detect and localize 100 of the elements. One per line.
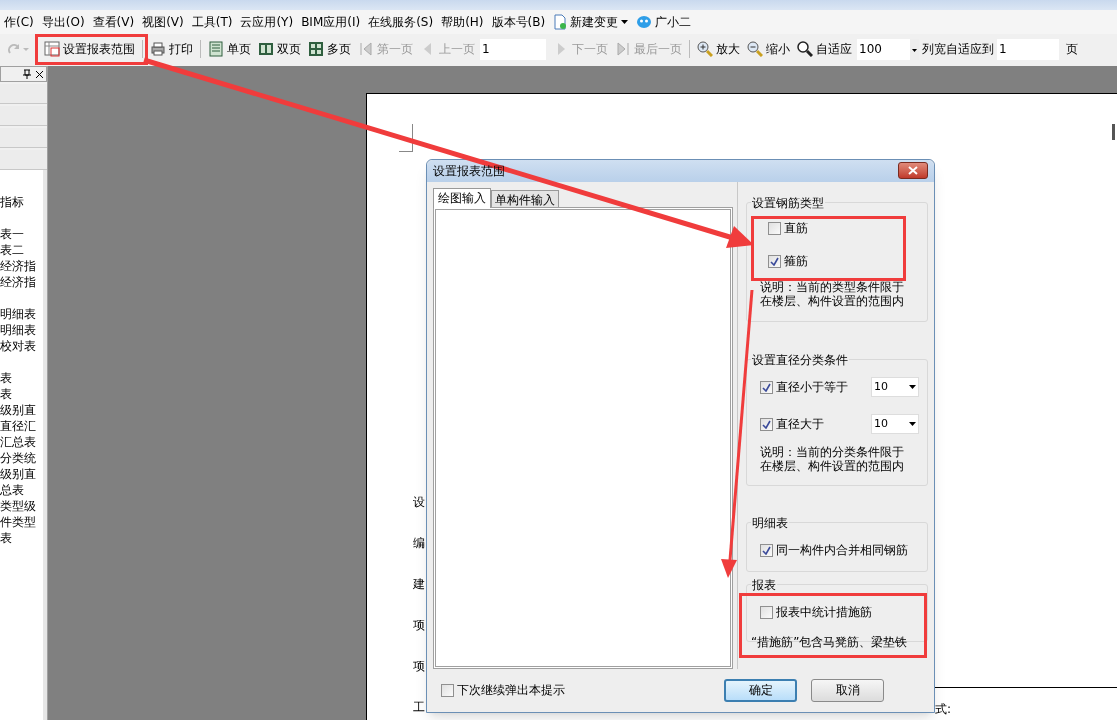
toolbar-button[interactable]: 双页 bbox=[256, 40, 303, 58]
checkbox[interactable] bbox=[441, 683, 454, 697]
tree-item[interactable]: 指标 bbox=[0, 194, 43, 210]
tree-item[interactable]: 经济指 bbox=[0, 274, 43, 290]
checkbox-label: 报表中统计措施筋 bbox=[776, 604, 872, 622]
tree-item[interactable]: 级别直 bbox=[0, 402, 43, 418]
printer-icon bbox=[150, 41, 166, 57]
grid-icon bbox=[308, 41, 324, 57]
size-dropdown[interactable]: 10 bbox=[871, 414, 919, 435]
tree-item[interactable]: 校对表 bbox=[0, 338, 43, 354]
page-text: 设 bbox=[413, 494, 425, 511]
menu-item[interactable]: 云应用(Y) bbox=[236, 13, 298, 31]
toolbar-button[interactable]: 单页 bbox=[206, 40, 253, 58]
group-title: 报表 bbox=[751, 576, 777, 594]
tab[interactable]: 单构件输入 bbox=[491, 189, 559, 207]
menu-item[interactable]: 帮助(H) bbox=[437, 13, 488, 31]
menu-item[interactable]: 视图(V) bbox=[138, 13, 188, 31]
checkbox-label: 直径小于等于 bbox=[776, 379, 848, 397]
tree-item[interactable]: 明细表 bbox=[0, 306, 43, 322]
tree-item[interactable]: 汇总表 bbox=[0, 434, 43, 450]
zoom-in-icon bbox=[697, 41, 713, 57]
dialog-button[interactable]: 确定 bbox=[724, 678, 797, 702]
tree-item[interactable]: 表二 bbox=[0, 242, 43, 258]
checkbox[interactable] bbox=[760, 417, 773, 431]
corner-mark bbox=[399, 124, 413, 152]
page-text: 项 bbox=[413, 617, 425, 634]
menu-item[interactable]: 广小二 bbox=[632, 13, 696, 31]
check-icon bbox=[762, 419, 771, 429]
menu-item[interactable]: 查看(V) bbox=[88, 13, 139, 31]
note-text: 在楼层、构件设置的范围内 bbox=[760, 293, 904, 308]
page-text: 编 bbox=[413, 535, 425, 552]
page-number-field[interactable]: 1 bbox=[480, 38, 546, 60]
tree-item[interactable]: 表 bbox=[0, 386, 43, 402]
tree-item[interactable]: 表 bbox=[0, 370, 43, 386]
tree-item[interactable]: 表 bbox=[0, 530, 43, 546]
tree-list[interactable] bbox=[433, 206, 733, 669]
check-icon bbox=[770, 256, 779, 266]
page-text: 项 bbox=[413, 658, 425, 675]
mascot-icon bbox=[636, 15, 653, 29]
note-text: 说明：当前的分类条件限于 bbox=[760, 444, 904, 459]
checkbox-label: 直径大于 bbox=[776, 416, 824, 434]
page-text: 建 bbox=[413, 576, 425, 593]
tree-item[interactable]: 级别直 bbox=[0, 466, 43, 482]
toolbar-button[interactable]: 打印 bbox=[148, 40, 195, 58]
checkbox[interactable] bbox=[760, 543, 773, 557]
tree-item[interactable]: 经济指 bbox=[0, 258, 43, 274]
menu-item[interactable]: 工具(T) bbox=[187, 13, 237, 31]
menu-item[interactable]: 新建变更 bbox=[549, 13, 633, 31]
dialog-button[interactable]: 取消 bbox=[811, 678, 884, 702]
redo-icon bbox=[8, 43, 20, 55]
tree-item[interactable]: 件类型 bbox=[0, 514, 43, 530]
note-text: 说明：当前的类型条件限于 bbox=[760, 279, 904, 294]
menu-item[interactable]: 版本号(B) bbox=[487, 13, 550, 31]
toolbar-button[interactable]: 多页 bbox=[306, 40, 353, 58]
two-pages-icon bbox=[258, 41, 274, 57]
toolbar-button[interactable]: 设置报表范围 bbox=[42, 40, 137, 58]
tree-item[interactable]: 分类统 bbox=[0, 450, 43, 466]
page-text: 工 bbox=[413, 699, 425, 716]
tab[interactable]: 绘图输入 bbox=[433, 187, 491, 208]
menu-item[interactable]: BIM应用(I) bbox=[297, 13, 365, 31]
page-text: 式: bbox=[935, 701, 952, 718]
last-page-icon bbox=[615, 41, 631, 57]
tree-item[interactable]: 总表 bbox=[0, 482, 43, 498]
caret-icon bbox=[909, 422, 916, 427]
close-icon[interactable] bbox=[35, 69, 44, 79]
search-icon bbox=[797, 41, 813, 57]
edge-mark bbox=[1112, 124, 1115, 140]
table-icon bbox=[44, 41, 60, 57]
checkbox[interactable] bbox=[768, 254, 781, 268]
caret-icon bbox=[23, 47, 29, 51]
checkbox-label: 箍筋 bbox=[784, 253, 808, 271]
check-icon bbox=[762, 545, 771, 555]
toolbar-label: 列宽自适应到 bbox=[922, 41, 994, 58]
menu-item[interactable]: 作(C) bbox=[0, 13, 38, 31]
tree-item[interactable]: 明细表 bbox=[0, 322, 43, 338]
close-button[interactable] bbox=[898, 162, 928, 180]
document-icon bbox=[553, 14, 568, 30]
toolbar-button[interactable]: 放大 bbox=[695, 40, 742, 58]
checkbox[interactable] bbox=[768, 221, 781, 235]
checkbox[interactable] bbox=[760, 380, 773, 394]
menu-item[interactable]: 导出(O) bbox=[37, 13, 89, 31]
toolbar-button[interactable]: 自适应 bbox=[795, 40, 854, 58]
checkbox[interactable] bbox=[760, 605, 773, 619]
zoom-out-icon bbox=[747, 41, 763, 57]
tree-item[interactable]: 表一 bbox=[0, 226, 43, 242]
first-page-icon bbox=[358, 41, 374, 57]
group-title: 明细表 bbox=[751, 514, 789, 532]
note-text: 在楼层、构件设置的范围内 bbox=[760, 458, 904, 473]
pin-icon[interactable] bbox=[23, 69, 31, 79]
zoom-dropdown[interactable]: 100 bbox=[857, 38, 919, 60]
caret-icon bbox=[909, 385, 916, 390]
page-icon bbox=[208, 41, 224, 57]
toolbar-button[interactable]: 缩小 bbox=[745, 40, 792, 58]
menu-item[interactable]: 在线服务(S) bbox=[364, 13, 438, 31]
tree-item[interactable]: 直径汇 bbox=[0, 418, 43, 434]
checkbox-label: 直筋 bbox=[784, 220, 808, 238]
tree-item[interactable]: 类型级 bbox=[0, 498, 43, 514]
size-dropdown[interactable]: 10 bbox=[871, 377, 919, 398]
page-number-field[interactable]: 1 bbox=[997, 38, 1059, 60]
group-title: 设置直径分类条件 bbox=[751, 351, 849, 369]
